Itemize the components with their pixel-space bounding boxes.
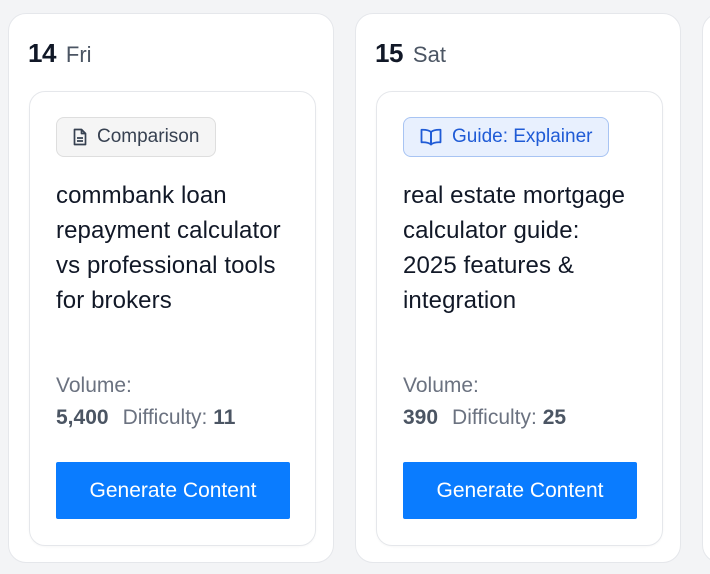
content-type-badge: Guide: Explainer <box>403 117 610 157</box>
keyword-metrics: Volume: 390 Difficulty: 25 <box>403 370 566 434</box>
day-header: 14 Fri <box>28 38 92 72</box>
difficulty-value: 11 <box>213 406 236 429</box>
day-column-next <box>702 13 710 563</box>
badge-label: Guide: Explainer <box>452 126 593 147</box>
keyword-metrics: Volume: 5,400 Difficulty: 11 <box>56 370 235 434</box>
content-card: Guide: Explainer real estate mortgage ca… <box>376 91 663 546</box>
volume-value: 5,400 <box>56 406 109 429</box>
day-number: 14 <box>28 38 56 68</box>
keyword-title: commbank loan repayment calculator vs pr… <box>56 182 281 314</box>
difficulty-label: Difficulty: <box>122 406 208 429</box>
difficulty-label: Difficulty: <box>452 406 537 429</box>
difficulty-group: Difficulty: 25 <box>452 402 566 434</box>
keyword-title: real estate mortgage calculator guide: 2… <box>403 182 626 314</box>
book-open-icon <box>420 128 442 146</box>
document-icon <box>73 128 87 146</box>
content-type-badge: Comparison <box>56 117 217 157</box>
difficulty-value: 25 <box>542 406 567 429</box>
day-number: 15 <box>375 38 403 68</box>
difficulty-group: Difficulty: 11 <box>123 402 236 434</box>
day-column-15: 15 Sat Guide: Explainer real estate mort… <box>355 13 681 563</box>
generate-content-button[interactable]: Generate Content <box>403 462 637 519</box>
day-weekday: Sat <box>412 42 446 67</box>
content-card: Comparison commbank loan repayment calcu… <box>29 91 316 546</box>
day-header: 15 Sat <box>375 38 446 72</box>
volume-label: Volume: <box>56 374 132 397</box>
generate-content-button[interactable]: Generate Content <box>56 462 290 519</box>
volume-value: 390 <box>403 406 439 429</box>
badge-label: Comparison <box>97 126 200 147</box>
day-weekday: Fri <box>65 42 92 67</box>
day-column-14: 14 Fri Comparison commbank loan repaymen… <box>8 13 334 563</box>
volume-label: Volume: <box>403 374 479 397</box>
